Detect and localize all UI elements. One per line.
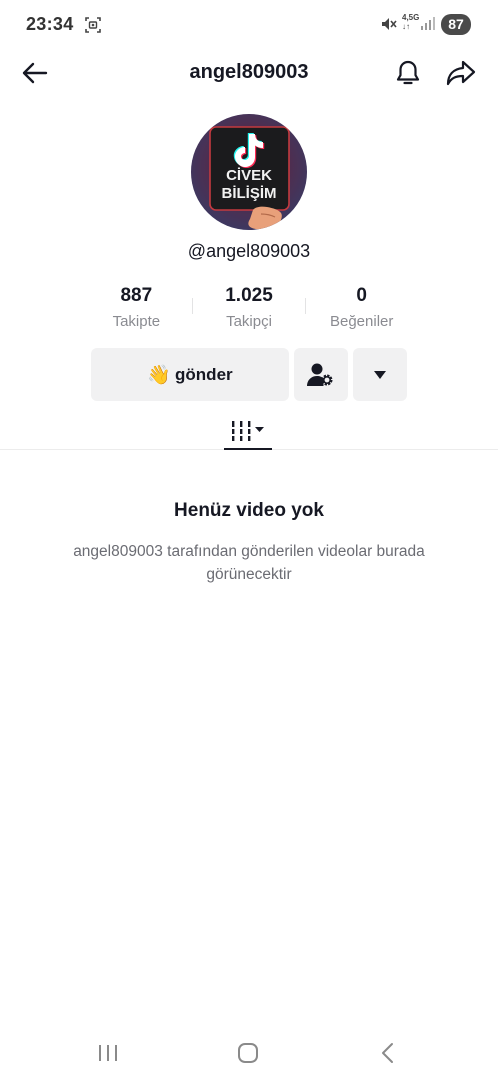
stat-divider (192, 298, 193, 314)
signal-icon (421, 17, 435, 30)
user-gear-icon (307, 363, 333, 386)
system-back-button[interactable] (368, 1038, 408, 1068)
share-button[interactable] (444, 56, 478, 90)
empty-state-description: angel809003 tarafından gönderilen videol… (73, 543, 425, 583)
caret-down-icon (374, 370, 386, 379)
tab-videos[interactable] (224, 412, 272, 449)
send-button[interactable]: 👋 gönder (91, 348, 289, 401)
recent-apps-button[interactable] (88, 1038, 128, 1068)
status-time: 23:34 (26, 14, 74, 34)
waving-hand-icon: 👋 (147, 364, 172, 386)
tab-active-indicator (224, 448, 272, 450)
svg-text:BİLİŞİM: BİLİŞİM (222, 185, 277, 202)
bell-icon (396, 60, 420, 85)
header: angel809003 (0, 50, 498, 96)
status-bar: 23:34 4,5G ↓↑ 87 (0, 0, 498, 50)
send-button-label: gönder (175, 364, 233, 384)
profile-stats: 887 Takipte 1.025 Takipçi 0 Beğeniler (80, 284, 418, 336)
following-count: 887 (120, 285, 153, 306)
following-stat[interactable]: 887 Takipte (80, 284, 193, 336)
battery-indicator: 87 (441, 14, 471, 35)
recent-apps-icon (99, 1045, 117, 1061)
likes-label: Beğeniler (329, 313, 394, 330)
mute-icon (382, 18, 397, 30)
screenshot-icon (85, 17, 101, 33)
home-icon (238, 1043, 258, 1063)
user-settings-button[interactable] (294, 348, 348, 401)
video-grid-icon (230, 420, 264, 441)
avatar[interactable]: CİVEK BİLİŞİM (191, 114, 307, 230)
chevron-left-icon (382, 1043, 393, 1063)
followers-count: 1.025 (225, 285, 273, 306)
system-nav-bar (0, 1030, 498, 1080)
followers-label: Takipçi (226, 313, 272, 330)
likes-stat[interactable]: 0 Beğeniler (305, 284, 418, 336)
empty-state-title: Henüz video yok (174, 500, 324, 521)
more-options-button[interactable] (353, 348, 407, 401)
home-button[interactable] (228, 1038, 268, 1068)
network-indicator: 4,5G ↓↑ (402, 13, 420, 31)
share-arrow-icon (446, 60, 476, 86)
avatar-image: CİVEK BİLİŞİM (191, 114, 307, 230)
svg-text:CİVEK: CİVEK (226, 167, 272, 184)
notification-bell-button[interactable] (392, 56, 424, 90)
likes-count: 0 (356, 285, 367, 306)
profile-handle: @angel809003 (187, 241, 311, 261)
content-tab-bar (0, 404, 498, 450)
stat-divider (305, 298, 306, 314)
following-label: Takipte (112, 313, 161, 330)
followers-stat[interactable]: 1.025 Takipçi (193, 284, 306, 336)
